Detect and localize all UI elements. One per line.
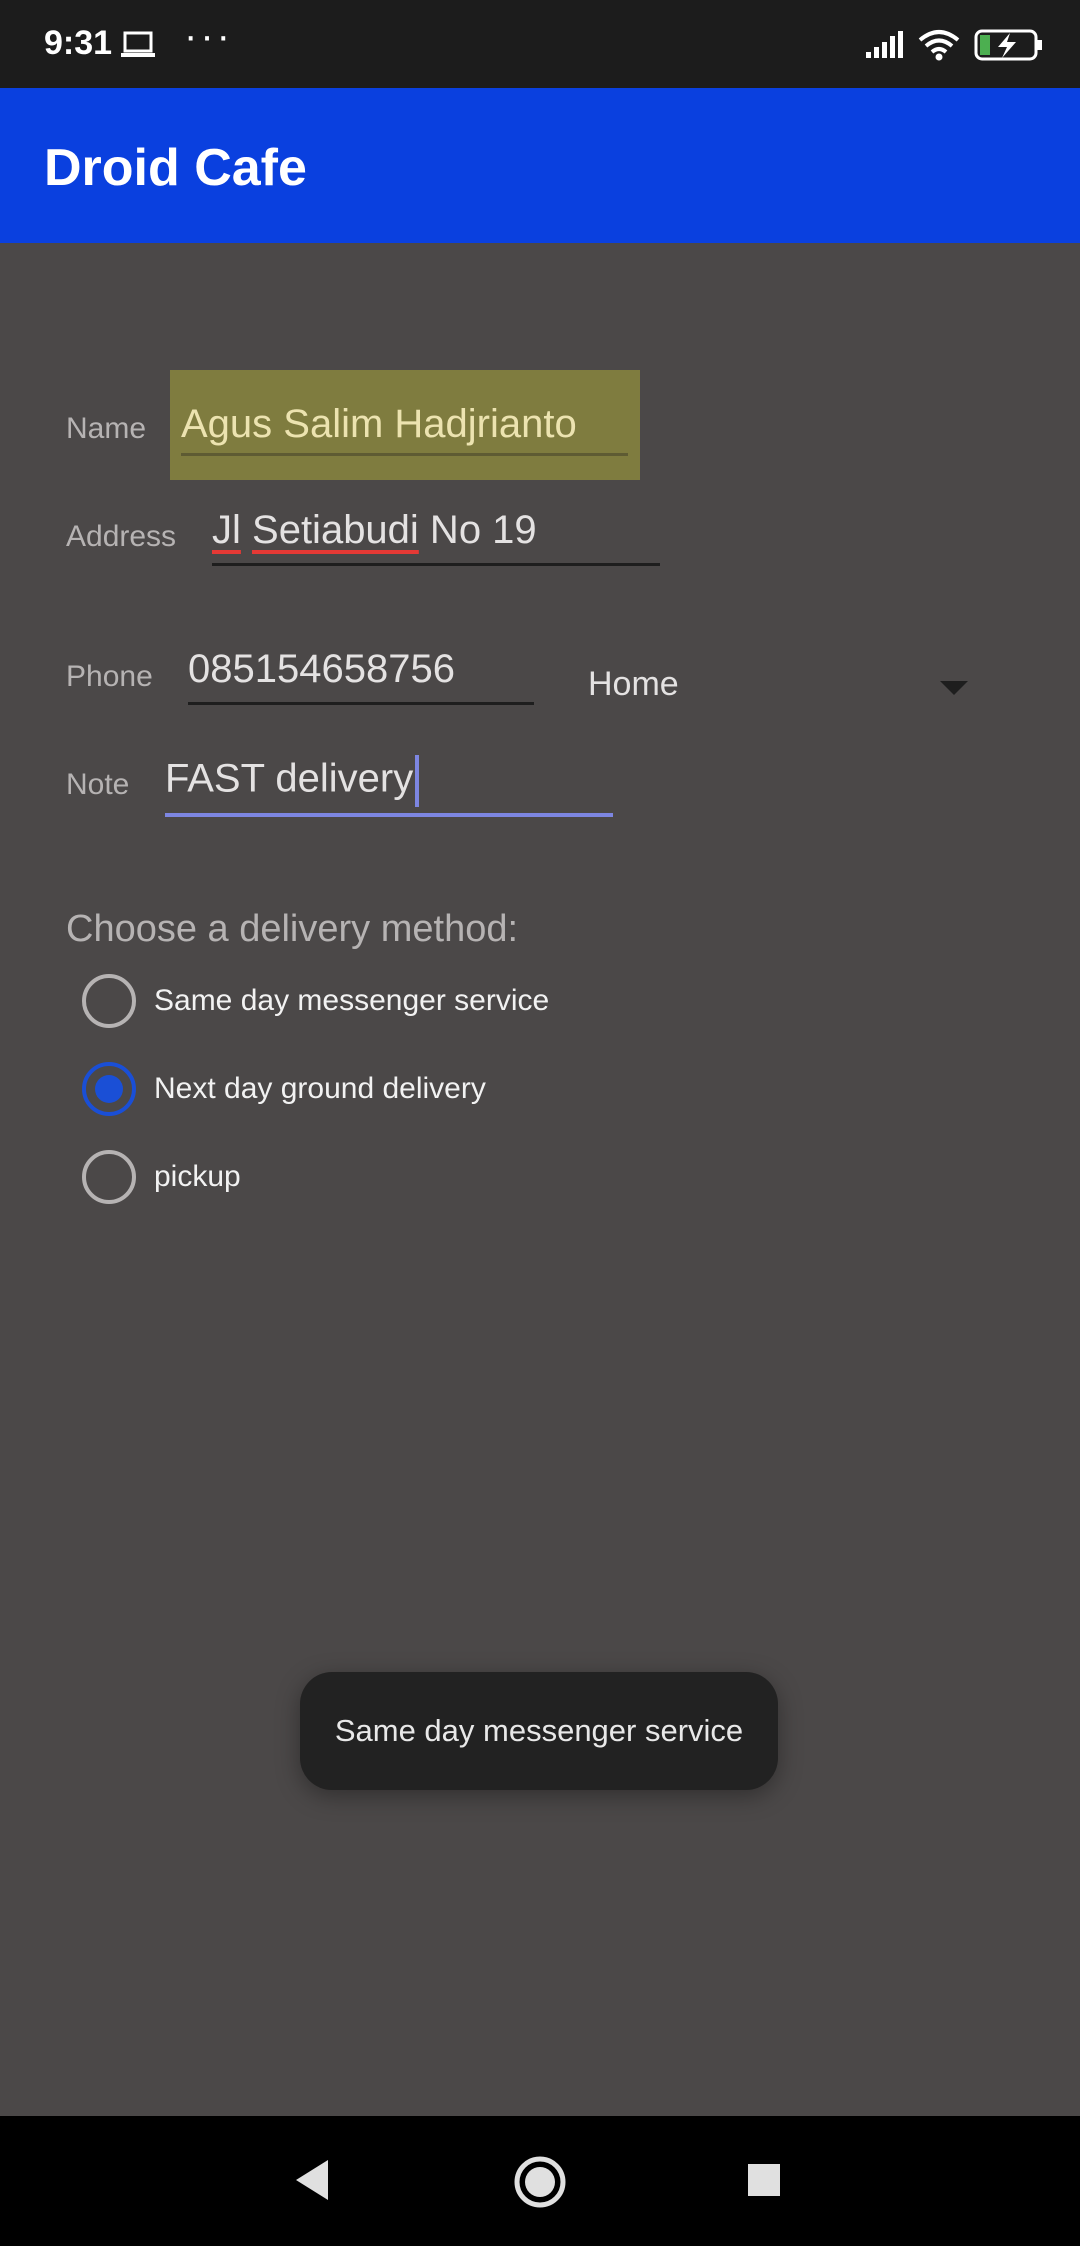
status-time: 9:31 [44, 24, 113, 62]
radio-button-checked[interactable] [82, 1062, 136, 1116]
signal-icon [864, 30, 904, 65]
radio-button[interactable] [82, 1150, 136, 1204]
address-rest: No 19 [418, 508, 537, 552]
note-label: Note [66, 768, 130, 801]
radio-label[interactable]: Same day messenger service [154, 984, 549, 1018]
app-title: Droid Cafe [44, 139, 307, 197]
name-field[interactable]: Agus Salim Hadjrianto [181, 402, 628, 456]
phone-field[interactable]: 085154658756 [188, 647, 534, 705]
back-icon[interactable] [290, 2154, 334, 2211]
address-word-misspelled: Jl [212, 508, 241, 552]
toast-message: Same day messenger service [300, 1672, 778, 1790]
radio-button[interactable] [82, 974, 136, 1028]
phone-label: Phone [66, 660, 153, 693]
phone-type-spinner[interactable]: Home [588, 665, 968, 715]
recents-icon[interactable] [746, 2154, 782, 2211]
note-text: FAST delivery [165, 756, 414, 801]
delivery-heading: Choose a delivery method: [66, 908, 519, 950]
radio-next-day[interactable]: Next day ground delivery [82, 1059, 486, 1119]
phone-type-selected: Home [588, 665, 679, 703]
name-label: Name [66, 412, 147, 445]
radio-label[interactable]: Next day ground delivery [154, 1072, 486, 1106]
address-field[interactable]: Jl Setiabudi No 19 [212, 508, 660, 566]
radio-pickup[interactable]: pickup [82, 1147, 241, 1207]
status-bar: 9:31 ··· [0, 0, 1080, 88]
radio-same-day[interactable]: Same day messenger service [82, 971, 549, 1031]
radio-label[interactable]: pickup [154, 1160, 241, 1194]
address-word-misspelled: Setiabudi [252, 508, 419, 552]
text-cursor [415, 755, 420, 807]
battery-charging-icon [974, 28, 1044, 67]
dropdown-arrow-icon [940, 681, 968, 695]
laptop-icon [120, 30, 156, 65]
wifi-icon [918, 29, 960, 66]
more-notifications-icon: ··· [184, 14, 233, 58]
note-field[interactable]: FAST delivery [165, 755, 613, 817]
home-icon[interactable] [512, 2154, 568, 2215]
navigation-bar [0, 2116, 1080, 2246]
address-label: Address [66, 520, 177, 553]
app-bar: Droid Cafe [0, 88, 1080, 243]
